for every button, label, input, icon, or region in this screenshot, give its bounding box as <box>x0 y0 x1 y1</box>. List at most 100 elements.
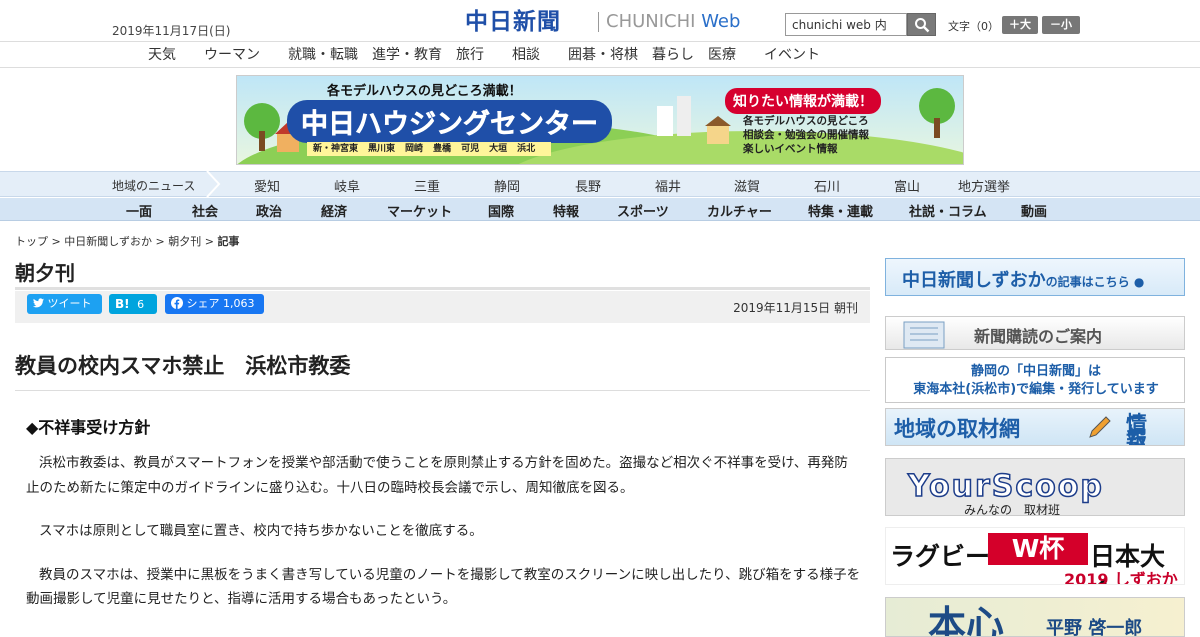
rugby-year-text: 2019 しずおか <box>1064 570 1178 585</box>
breadcrumb-separator: > <box>152 235 169 248</box>
main-nav-item[interactable]: カルチャー <box>707 201 772 220</box>
hatena-bookmark-button[interactable]: B! 6 <box>109 294 157 314</box>
rugby-world-cup-banner[interactable]: ラグビー W杯 日本大会 2019 しずおか <box>885 527 1185 585</box>
main-nav-item[interactable]: 社会 <box>192 201 218 220</box>
main-nav-item[interactable]: マーケット <box>387 201 452 220</box>
shizuoka-articles-banner[interactable]: 中日新聞しずおかの記事はこちら ● <box>885 258 1185 296</box>
tweet-button[interactable]: ツイート <box>27 294 102 314</box>
facebook-share-button[interactable]: シェア 1,063 <box>165 294 264 314</box>
service-nav-item[interactable]: 旅行 <box>456 44 484 64</box>
tokai-office-banner[interactable]: 静岡の「中日新聞」は東海本社(浜松市)で編集・発行しています <box>885 357 1185 403</box>
article-subtitle: ◆不祥事受け方針 <box>26 418 151 437</box>
publication-date: 2019年11月15日 朝刊 <box>733 301 858 315</box>
search-icon <box>915 18 930 33</box>
breadcrumb-link[interactable]: 朝夕刊 <box>168 235 201 248</box>
s1-small: の記事はこちら ● <box>1045 275 1145 289</box>
banner-site: 黒川東 <box>368 144 396 154</box>
section-divider <box>15 287 870 290</box>
facebook-icon <box>171 297 183 309</box>
logo-divider <box>598 12 599 32</box>
main-nav-item[interactable]: 一面 <box>126 201 152 220</box>
banner-top-text: 各モデルハウスの見どころ満載！ <box>327 84 522 99</box>
novel-title: 本心 <box>928 603 1005 637</box>
s3-line2: 東海本社(浜松市)で編集・発行しています <box>913 382 1159 397</box>
region-nav-item[interactable]: 福井 <box>655 176 681 195</box>
site-search-input[interactable] <box>785 13 907 36</box>
housing-center-ad-banner[interactable]: 各モデルハウスの見どころ満載！ 中日ハウジングセンター 新・神宮東 黒川東 岡崎 豊橋… <box>236 75 964 165</box>
banner-point: 楽しいイベント情報 <box>743 143 838 155</box>
s4-small2: こちらへ <box>1126 412 1147 446</box>
region-nav-item[interactable]: 石川 <box>814 176 840 195</box>
main-nav-item[interactable]: 国際 <box>488 201 514 220</box>
main-nav-item[interactable]: 社説・コラム <box>909 201 987 220</box>
breadcrumb-separator: > <box>201 235 218 248</box>
banner-sites: 新・神宮東 黒川東 岡崎 豊橋 可児 大垣 浜北 <box>307 142 552 156</box>
region-nav: 地域のニュース 愛知 岐阜 三重 静岡 長野 福井 滋賀 石川 富山 地方選挙 <box>0 171 1200 197</box>
subscription-banner[interactable]: 新聞購読のご案内 <box>885 316 1185 350</box>
breadcrumb-link[interactable]: 中日新聞しずおか <box>64 235 152 248</box>
region-nav-item[interactable]: 岐阜 <box>334 176 360 195</box>
section-title: 朝夕刊 <box>15 261 75 285</box>
search-button[interactable] <box>907 13 936 36</box>
s3-line1: 静岡の「中日新聞」は <box>970 364 1101 379</box>
banner-point: 各モデルハウスの見どころ <box>743 115 869 127</box>
main-nav-item[interactable]: スポーツ <box>617 201 669 220</box>
article-paragraph: スマホは原則として職員室に置き、校内で持ち歩かないことを徹底する。 <box>39 523 483 539</box>
facebook-share-label: シェア <box>186 297 220 310</box>
breadcrumb-current: 記事 <box>217 235 240 248</box>
region-nav-item[interactable]: 滋賀 <box>734 176 760 195</box>
service-nav-item[interactable]: 医療 <box>708 44 736 64</box>
article-body: 浜松市教委は、教員がスマートフォンを授業や部活動で使うことを原則禁止する方針を固… <box>26 451 861 631</box>
region-nav-item[interactable]: 富山 <box>894 176 920 195</box>
twitter-icon <box>33 298 44 308</box>
banner-site: 岡崎 <box>405 144 424 154</box>
news-tip-banner[interactable]: 地域の取材網 情報提供はこちらへ <box>885 408 1185 446</box>
logo-en-text: CHUNICHI <box>606 11 702 32</box>
region-nav-item[interactable]: 長野 <box>575 176 601 195</box>
region-nav-label: 地域のニュース <box>112 179 196 193</box>
banner-points: 各モデルハウスの見どころ 相談会・勉強会の開催情報 楽しいイベント情報 <box>743 114 869 156</box>
font-smaller-button[interactable]: －小 <box>1042 16 1080 34</box>
news-tip-title: 地域の取材網 <box>894 417 1020 441</box>
breadcrumb-link[interactable]: トップ <box>15 235 48 248</box>
font-larger-button[interactable]: ＋大 <box>1002 16 1038 34</box>
article-paragraph: 浜松市教委は、教員がスマートフォンを授業や部活動で使うことを原則禁止する方針を固… <box>26 455 848 496</box>
tweet-label: ツイート <box>47 297 92 310</box>
logo-web-text: Web <box>701 11 741 32</box>
site-logo-en[interactable]: CHUNICHI Web <box>606 11 740 33</box>
main-nav-item[interactable]: 特集・連載 <box>808 201 873 220</box>
banner-site: 可児 <box>461 144 480 154</box>
banner-badge: 知りたい情報が満載！ <box>725 88 881 114</box>
main-nav: 一面 社会 政治 経済 マーケット 国際 特報 スポーツ カルチャー 特集・連載 社説・コラム 動画 <box>0 198 1200 221</box>
region-nav-item[interactable]: 静岡 <box>494 176 520 195</box>
service-nav-item[interactable]: 囲碁・将棋 <box>568 44 638 64</box>
service-nav-item[interactable]: 天気 <box>148 44 176 64</box>
service-nav-item[interactable]: ウーマン <box>204 44 260 64</box>
region-nav-item[interactable]: 三重 <box>414 176 440 195</box>
main-nav-item[interactable]: 動画 <box>1021 201 1047 220</box>
tokai-office-text: 静岡の「中日新聞」は東海本社(浜松市)で編集・発行しています <box>886 363 1184 399</box>
site-header: 2019年11月17日(日) 中日新聞 CHUNICHI Web 文字（0） ＋… <box>0 0 1200 42</box>
newspaper-icon <box>903 321 945 349</box>
service-nav-item[interactable]: 就職・転職 <box>288 44 358 64</box>
service-nav: 天気 ウーマン 就職・転職 進学・教育 旅行 相談 囲碁・将棋 暮らし 医療 イベント <box>0 43 1200 68</box>
region-nav-item[interactable]: 愛知 <box>254 176 280 195</box>
main-nav-item[interactable]: 政治 <box>256 201 282 220</box>
main-nav-item[interactable]: 特報 <box>553 201 579 220</box>
service-nav-item[interactable]: 進学・教育 <box>372 44 442 64</box>
service-nav-item[interactable]: イベント <box>764 44 820 64</box>
rugby-text: ラグビー <box>890 542 991 571</box>
s1-main: 中日新聞しずおか <box>902 270 1046 291</box>
site-logo[interactable]: 中日新聞 <box>465 9 561 35</box>
chevron-right-icon <box>206 171 221 197</box>
region-nav-item[interactable]: 地方選挙 <box>958 176 1010 195</box>
banner-site: 豊橋 <box>433 144 452 154</box>
serial-novel-banner[interactable]: 本心 平野 啓一郎 <box>885 597 1185 637</box>
your-scoop-banner[interactable]: YourScoop みんなの 取材班 <box>885 458 1185 516</box>
article-paragraph: 教員のスマホは、授業中に黒板をうまく書き写している児童のノートを撮影して教室のス… <box>26 566 861 608</box>
service-nav-item[interactable]: 暮らし <box>652 44 694 64</box>
service-nav-item[interactable]: 相談 <box>512 44 540 64</box>
s1-text: 中日新聞しずおかの記事はこちら ● <box>902 266 1144 292</box>
main-nav-item[interactable]: 経済 <box>321 201 347 220</box>
novel-author: 平野 啓一郎 <box>1046 618 1143 637</box>
